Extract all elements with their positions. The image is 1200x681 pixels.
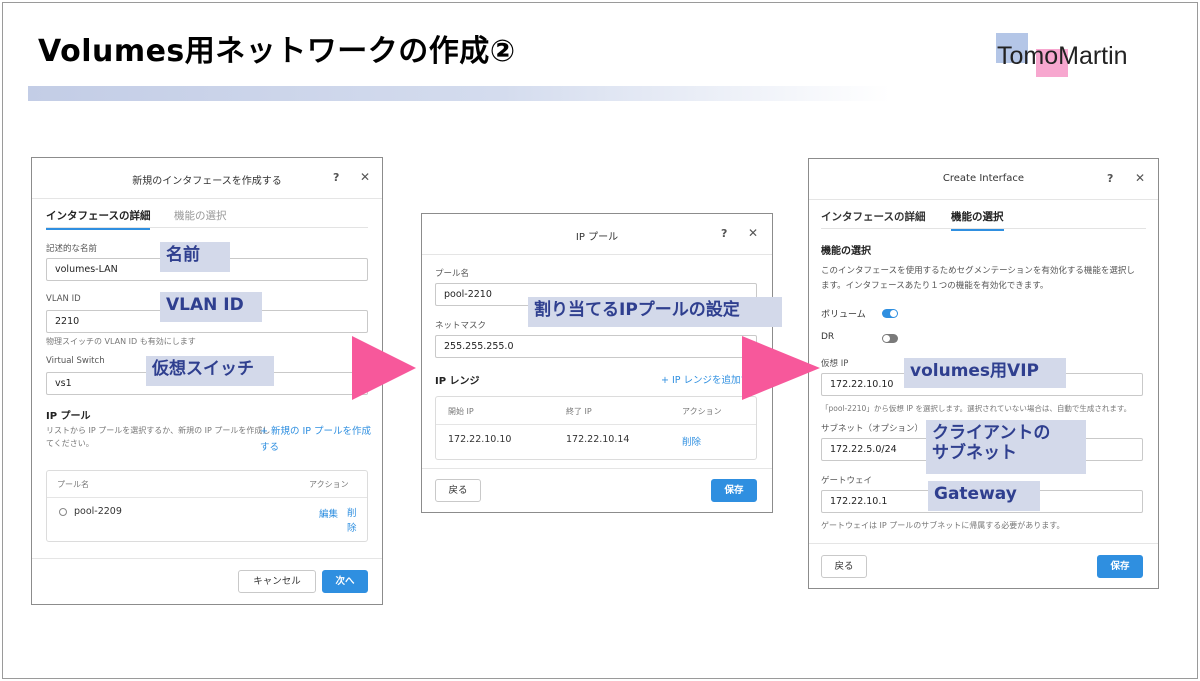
cancel-button[interactable]: キャンセル bbox=[238, 570, 316, 593]
callout-ip-pool-settings: 割り当てるIPプールの設定 bbox=[528, 297, 782, 327]
header-divider bbox=[32, 198, 382, 199]
new-ip-pool-link-line2: する bbox=[260, 442, 280, 453]
ip-range-table: 開始 IP 終了 IP アクション 172.22.10.10 172.22.10… bbox=[435, 396, 757, 460]
arrow-right-icon bbox=[352, 336, 416, 400]
vlan-id-label: VLAN ID bbox=[46, 294, 81, 304]
netmask-label: ネットマスク bbox=[435, 321, 487, 331]
gateway-help: ゲートウェイは IP プールのサブネットに帰属する必要があります。 bbox=[821, 521, 1065, 530]
table-header-divider bbox=[47, 497, 367, 498]
close-icon[interactable]: ✕ bbox=[748, 226, 758, 240]
close-icon[interactable]: ✕ bbox=[1135, 171, 1145, 185]
tab-interface-details[interactable]: インタフェースの詳細 bbox=[821, 209, 925, 224]
start-ip-cell: 172.22.10.10 bbox=[448, 434, 512, 445]
subnet-label: サブネット（オプション） bbox=[821, 424, 924, 434]
column-header-end-ip: 終了 IP bbox=[566, 407, 592, 416]
help-icon[interactable]: ? bbox=[721, 227, 727, 240]
column-header-action: アクション bbox=[682, 407, 722, 416]
dialog-title: IP プール bbox=[575, 232, 619, 243]
ip-pool-table: プール名 アクション pool-2209 編集 削 除 bbox=[46, 470, 368, 542]
dialog-title: Create Interface bbox=[942, 173, 1025, 184]
dialog-title: 新規のインタフェースを作成する bbox=[132, 176, 282, 187]
name-label: 記述的な名前 bbox=[46, 244, 98, 254]
callout-volumes-vip: volumes用VIP bbox=[904, 358, 1066, 388]
column-header-pool-name: プール名 bbox=[57, 480, 89, 489]
logo-text: TomoMartin bbox=[997, 42, 1128, 70]
save-button[interactable]: 保存 bbox=[711, 479, 757, 502]
dialog-header: 新規のインタフェースを作成する ? ✕ bbox=[32, 158, 382, 198]
feature-description-1: このインタフェースを使用するためセグメンテーションを有効化する機能を選択し bbox=[821, 266, 1135, 276]
callout-virtual-switch: 仮想スイッチ bbox=[146, 356, 274, 386]
back-button[interactable]: 戻る bbox=[435, 479, 481, 502]
header-divider bbox=[422, 254, 772, 255]
arrow-right-icon bbox=[742, 336, 820, 400]
tab-feature-selection[interactable]: 機能の選択 bbox=[951, 209, 1004, 231]
back-button[interactable]: 戻る bbox=[821, 555, 867, 578]
footer-divider bbox=[809, 543, 1158, 544]
ip-pool-description-1: リストから IP プールを選択するか、新規の IP プールを作成し bbox=[46, 426, 271, 435]
gateway-label: ゲートウェイ bbox=[821, 476, 873, 486]
delete-link-line2: 除 bbox=[347, 523, 357, 534]
help-icon[interactable]: ? bbox=[1107, 172, 1113, 185]
ip-pool-dialog: IP プール ? ✕ プール名 pool-2210 ネットマスク 255.255… bbox=[421, 213, 773, 513]
table-header-divider bbox=[436, 424, 756, 425]
next-button[interactable]: 次へ bbox=[322, 570, 368, 593]
delete-link-line1: 削 bbox=[347, 508, 357, 519]
virtual-ip-help: 「pool-2210」から仮想 IP を選択します。選択されていない場合は、自動… bbox=[821, 404, 1132, 413]
tab-interface-details[interactable]: インタフェースの詳細 bbox=[46, 208, 151, 230]
delete-link[interactable]: 削 除 bbox=[347, 506, 357, 536]
logo: TomoMartin bbox=[995, 32, 1155, 77]
radio-button[interactable] bbox=[59, 508, 67, 516]
help-icon[interactable]: ? bbox=[333, 171, 339, 184]
dr-toggle[interactable] bbox=[882, 334, 898, 343]
callout-client-subnet-line2: サブネット bbox=[932, 443, 1017, 463]
footer-divider bbox=[422, 468, 772, 469]
tab-bar: インタフェースの詳細 機能の選択 bbox=[46, 204, 368, 230]
virtual-switch-label: Virtual Switch bbox=[46, 356, 105, 366]
title-underline-bar bbox=[28, 86, 890, 101]
delete-link[interactable]: 削除 bbox=[682, 434, 701, 448]
feature-section-title: 機能の選択 bbox=[821, 246, 871, 257]
end-ip-cell: 172.22.10.14 bbox=[566, 434, 630, 445]
dialog-header: Create Interface ? ✕ bbox=[809, 159, 1158, 199]
volume-toggle[interactable] bbox=[882, 309, 898, 318]
footer-divider bbox=[32, 558, 382, 559]
callout-vlan-id: VLAN ID bbox=[160, 292, 262, 322]
edit-link[interactable]: 編集 bbox=[319, 506, 338, 520]
header-divider bbox=[809, 199, 1158, 200]
ip-pool-description-2: てください。 bbox=[46, 439, 94, 448]
close-icon[interactable]: ✕ bbox=[360, 170, 370, 184]
feature-description-2: ます。インタフェースあたり１つの機能を有効化できます。 bbox=[821, 281, 1049, 291]
callout-client-subnet: クライアントの サブネット bbox=[926, 420, 1086, 474]
column-header-action: アクション bbox=[309, 480, 349, 489]
pool-name-label: プール名 bbox=[435, 269, 470, 279]
slide-title: Volumes用ネットワークの作成② bbox=[38, 34, 516, 69]
pool-name-cell: pool-2209 bbox=[74, 506, 122, 517]
dialog-header: IP プール ? ✕ bbox=[422, 214, 772, 254]
save-button[interactable]: 保存 bbox=[1097, 555, 1143, 578]
vlan-id-help: 物理スイッチの VLAN ID も有効にします bbox=[46, 337, 196, 346]
ip-range-section-title: IP レンジ bbox=[435, 376, 480, 387]
ip-pool-section-title: IP プール bbox=[46, 411, 91, 422]
virtual-switch-value: vs1 bbox=[55, 378, 72, 389]
callout-client-subnet-line1: クライアントの bbox=[932, 423, 1051, 443]
netmask-input[interactable]: 255.255.255.0 bbox=[435, 335, 757, 358]
new-ip-pool-link-line1: + 新規の IP プールを作成 bbox=[260, 426, 372, 437]
tab-bar: インタフェースの詳細 機能の選択 bbox=[821, 205, 1146, 231]
callout-gateway: Gateway bbox=[928, 481, 1040, 511]
feature-volume-label: ボリューム bbox=[821, 310, 866, 320]
tab-feature-selection[interactable]: 機能の選択 bbox=[174, 208, 227, 223]
new-ip-pool-link[interactable]: + 新規の IP プールを作成 する bbox=[260, 424, 371, 456]
column-header-start-ip: 開始 IP bbox=[448, 407, 474, 416]
callout-name: 名前 bbox=[160, 242, 230, 272]
